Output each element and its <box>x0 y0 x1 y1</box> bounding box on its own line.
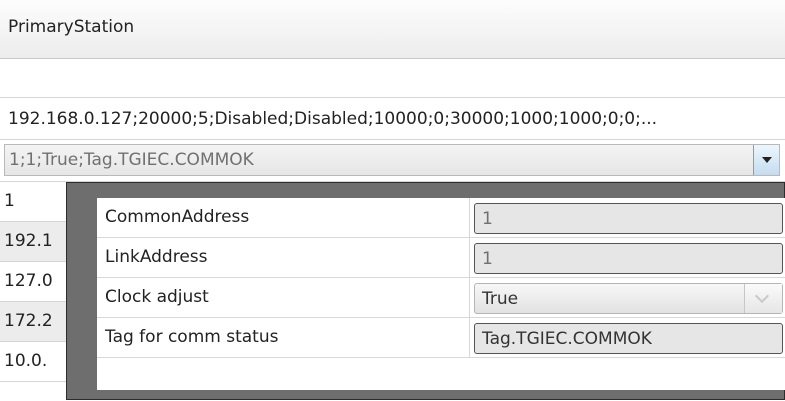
prop-label: LinkAddress <box>105 247 208 267</box>
ip-config-row[interactable]: 192.168.0.127;20000;5;Disabled;Disabled;… <box>0 98 785 140</box>
station-combo-box[interactable]: 1;1;True;Tag.TGIEC.COMMOK <box>4 144 780 176</box>
divider <box>469 318 470 357</box>
row-value: 1 <box>4 191 15 211</box>
row-value: 127.0 <box>4 271 53 291</box>
field-value: 1 <box>482 209 493 229</box>
row-value: 10.0. <box>4 351 48 371</box>
column-header[interactable]: PrimaryStation <box>0 0 785 59</box>
divider <box>469 238 470 277</box>
combo-dropdown-button[interactable] <box>753 145 779 175</box>
column-header-title: PrimaryStation <box>8 17 135 37</box>
property-popup: CommonAddress 1 LinkAddress 1 Clock adju… <box>66 182 785 400</box>
table-row[interactable]: 192.1 <box>0 222 70 262</box>
clock-adjust-dropdown-button[interactable] <box>744 284 782 313</box>
table-row[interactable]: 10.0. <box>0 342 70 382</box>
divider <box>469 198 470 237</box>
station-combo-value: 1;1;True;Tag.TGIEC.COMMOK <box>9 150 254 170</box>
divider <box>469 278 470 317</box>
field-value: Tag.TGIEC.COMMOK <box>482 329 652 349</box>
clock-adjust-select[interactable]: True <box>474 283 783 314</box>
row-value: 192.1 <box>4 231 53 251</box>
prop-row-common-address: CommonAddress 1 <box>97 198 785 238</box>
empty-row[interactable] <box>0 59 785 98</box>
field-value: 1 <box>482 249 493 269</box>
prop-label: Tag for comm status <box>105 327 279 347</box>
property-editor: CommonAddress 1 LinkAddress 1 Clock adju… <box>97 198 785 390</box>
chevron-down-icon <box>754 288 770 304</box>
row-value: 172.2 <box>4 311 53 331</box>
table-row[interactable]: 127.0 <box>0 262 70 302</box>
prop-row-tag-comm-status: Tag for comm status Tag.TGIEC.COMMOK <box>97 318 785 358</box>
table-row[interactable]: 1 <box>0 182 70 222</box>
station-combo-row: 1;1;True;Tag.TGIEC.COMMOK <box>0 140 785 182</box>
table-row[interactable]: 172.2 <box>0 302 70 342</box>
prop-label: CommonAddress <box>105 207 250 227</box>
ip-config-value: 192.168.0.127;20000;5;Disabled;Disabled;… <box>8 109 658 129</box>
prop-row-link-address: LinkAddress 1 <box>97 238 785 278</box>
link-address-field[interactable]: 1 <box>474 243 783 274</box>
tag-comm-status-field[interactable]: Tag.TGIEC.COMMOK <box>474 323 783 354</box>
prop-row-clock-adjust: Clock adjust True <box>97 278 785 318</box>
prop-label: Clock adjust <box>105 287 209 307</box>
chevron-down-icon <box>762 157 772 163</box>
common-address-field[interactable]: 1 <box>474 203 783 234</box>
field-value: True <box>482 289 519 309</box>
